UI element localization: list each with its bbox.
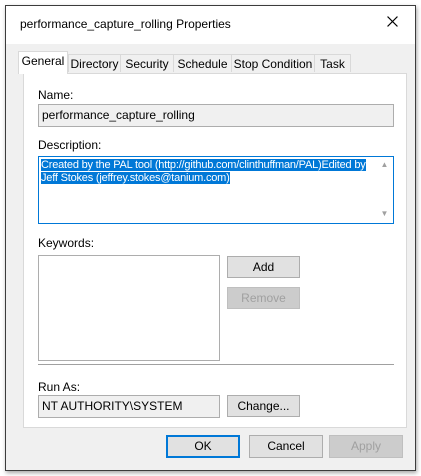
close-icon: [386, 15, 398, 27]
tab-directory[interactable]: Directory: [68, 54, 121, 72]
tab-stop-condition[interactable]: Stop Condition: [231, 54, 315, 72]
cancel-button[interactable]: Cancel: [249, 435, 323, 458]
tab-schedule[interactable]: Schedule: [173, 54, 232, 72]
properties-dialog: performance_capture_rolling Properties G…: [5, 5, 416, 471]
ok-button[interactable]: OK: [166, 435, 240, 458]
scroll-down-arrow-icon[interactable]: ▼: [380, 209, 389, 218]
description-textarea[interactable]: Created by the PAL tool (http://github.c…: [38, 156, 394, 224]
name-field: performance_capture_rolling: [38, 104, 394, 127]
keywords-label: Keywords:: [38, 236, 95, 250]
general-panel: Name: performance_capture_rolling Descri…: [23, 73, 407, 428]
window-title: performance_capture_rolling Properties: [20, 17, 231, 31]
name-label: Name:: [38, 88, 74, 102]
description-scrollbar[interactable]: ▲ ▼: [376, 157, 393, 223]
tab-security[interactable]: Security: [120, 54, 174, 72]
description-label: Description:: [38, 138, 102, 152]
close-button[interactable]: [369, 6, 415, 36]
run-as-label: Run As:: [38, 380, 81, 394]
description-selected-text: Created by the PAL tool (http://github.c…: [41, 159, 366, 184]
tab-task[interactable]: Task: [314, 54, 351, 72]
run-as-field: NT AUTHORITY\SYSTEM: [38, 395, 220, 418]
title-bar: performance_capture_rolling Properties: [6, 6, 415, 44]
change-button[interactable]: Change...: [227, 395, 300, 417]
keywords-list[interactable]: [38, 255, 220, 361]
remove-keyword-button[interactable]: Remove: [227, 287, 300, 309]
add-keyword-button[interactable]: Add: [227, 256, 300, 278]
tab-general[interactable]: General: [18, 51, 68, 74]
apply-button[interactable]: Apply: [329, 435, 403, 458]
scroll-up-arrow-icon[interactable]: ▲: [380, 160, 389, 169]
separator: [38, 364, 394, 365]
